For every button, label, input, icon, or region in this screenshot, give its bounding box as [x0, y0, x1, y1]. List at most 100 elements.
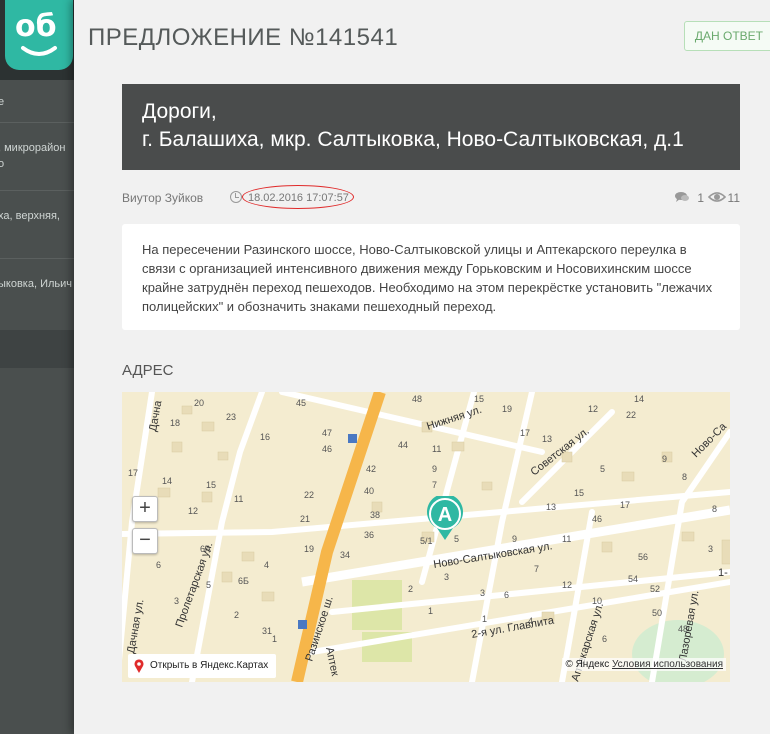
svg-text:17: 17	[520, 428, 530, 438]
svg-text:3: 3	[480, 588, 485, 598]
svg-text:7: 7	[534, 564, 539, 574]
address-map[interactable]: 20231816 17141511 12136А6 6Б534 213119 2…	[122, 392, 730, 682]
svg-text:9: 9	[662, 454, 667, 464]
svg-text:9: 9	[432, 464, 437, 474]
open-in-yandex-maps-link[interactable]: Открыть в Яндекс.Картах	[128, 654, 277, 678]
svg-text:14: 14	[634, 394, 644, 404]
svg-text:17: 17	[128, 468, 138, 478]
svg-text:31: 31	[262, 626, 272, 636]
svg-text:22: 22	[626, 410, 636, 420]
svg-text:21: 21	[300, 514, 310, 524]
meta-row: Виутор Зуйков 18.02.2016 17:07:57 1 11	[122, 185, 740, 209]
svg-text:15: 15	[574, 488, 584, 498]
eye-icon	[708, 192, 726, 202]
bg-item-1: , микрорайон	[0, 142, 66, 154]
svg-text:9: 9	[512, 534, 517, 544]
street-nizhnyaya: Нижняя ул.	[425, 404, 483, 433]
svg-text:36: 36	[364, 530, 374, 540]
comments-icon	[675, 192, 689, 202]
svg-text:11: 11	[562, 534, 571, 544]
svg-text:19: 19	[304, 544, 314, 554]
svg-text:54: 54	[628, 574, 638, 584]
bg-item-0: е	[0, 96, 5, 108]
map-pin-icon	[134, 659, 144, 673]
zoom-in-button[interactable]: +	[132, 496, 158, 522]
bg-item-2: о	[0, 158, 5, 170]
views-count: 11	[727, 191, 740, 205]
svg-text:50: 50	[652, 608, 662, 618]
svg-text:12: 12	[188, 506, 198, 516]
map-copyright: © Яндекс Условия использования	[562, 658, 726, 671]
author-name[interactable]: Виутор Зуйков	[122, 191, 203, 205]
address-label: г. Балашиха, мкр. Салтыковка, Ново-Салты…	[142, 128, 684, 151]
copyright-label: © Яндекс	[565, 659, 610, 670]
date-highlight-annotation	[242, 185, 354, 209]
location-marker-icon[interactable]: A	[425, 496, 465, 542]
svg-text:3: 3	[708, 544, 713, 554]
svg-text:11: 11	[432, 444, 441, 454]
proposal-modal: ПРЕДЛОЖЕНИЕ №141541 ДАН ОТВЕТ Дороги, г.…	[74, 0, 770, 734]
street-aptek: Аптек	[323, 646, 341, 677]
svg-text:44: 44	[398, 440, 408, 450]
svg-text:6: 6	[602, 634, 607, 644]
terms-link[interactable]: Условия использования	[612, 659, 723, 670]
svg-text:1: 1	[482, 614, 487, 624]
svg-text:3: 3	[174, 596, 179, 606]
svg-text:8: 8	[712, 504, 717, 514]
street-one-dash: 1-	[718, 567, 728, 579]
svg-text:5: 5	[600, 464, 605, 474]
svg-text:45: 45	[296, 398, 306, 408]
svg-text:7: 7	[432, 480, 437, 490]
bus-stop-icon	[298, 620, 307, 629]
svg-text:13: 13	[546, 502, 556, 512]
svg-text:16: 16	[260, 432, 270, 442]
svg-text:1: 1	[428, 606, 433, 616]
bg-divider	[0, 122, 74, 123]
proposal-description: На пересечении Разинского шоссе, Ново-Са…	[122, 224, 740, 330]
svg-text:5: 5	[206, 580, 211, 590]
status-button[interactable]: ДАН ОТВЕТ	[683, 21, 770, 51]
svg-text:2: 2	[408, 584, 413, 594]
svg-text:40: 40	[364, 486, 374, 496]
svg-text:12: 12	[562, 580, 572, 590]
svg-text:48: 48	[412, 394, 422, 404]
zoom-out-button[interactable]: −	[132, 528, 158, 554]
open-in-yandex-maps-label: Открыть в Яндекс.Картах	[150, 660, 269, 671]
svg-text:52: 52	[650, 584, 660, 594]
bg-band	[0, 330, 74, 368]
svg-text:20: 20	[194, 398, 204, 408]
category-label: Дороги,	[142, 100, 217, 123]
bg-item-3: ха, верхняя,	[0, 210, 60, 222]
svg-text:15: 15	[206, 480, 216, 490]
bus-stop-icon	[348, 434, 357, 443]
site-logo[interactable]: об	[5, 0, 73, 70]
svg-text:6: 6	[504, 590, 509, 600]
svg-text:17: 17	[620, 500, 630, 510]
svg-text:6: 6	[156, 560, 161, 570]
comments-count: 1	[697, 191, 704, 205]
address-heading: АДРЕС	[122, 362, 174, 379]
street-dachnaya-bottom: Дачная ул.	[125, 598, 146, 654]
bg-divider	[0, 258, 74, 259]
svg-text:1: 1	[272, 634, 277, 644]
svg-text:23: 23	[226, 412, 236, 422]
category-address-banner: Дороги, г. Балашиха, мкр. Салтыковка, Но…	[122, 84, 740, 170]
svg-text:34: 34	[340, 550, 350, 560]
svg-text:8: 8	[682, 472, 687, 482]
bg-divider	[0, 190, 74, 191]
svg-text:14: 14	[162, 476, 172, 486]
page-title: ПРЕДЛОЖЕНИЕ №141541	[88, 24, 399, 51]
svg-text:12: 12	[588, 404, 598, 414]
svg-text:22: 22	[304, 490, 314, 500]
svg-text:об: об	[15, 9, 57, 44]
background-sidebar: е , микрорайон о ха, верхняя, ыковка, Ил…	[0, 80, 74, 734]
clock-icon	[230, 191, 242, 203]
svg-text:46: 46	[322, 444, 332, 454]
svg-text:38: 38	[370, 510, 380, 520]
svg-text:47: 47	[322, 428, 332, 438]
svg-text:13: 13	[542, 434, 552, 444]
svg-text:6Б: 6Б	[238, 576, 249, 586]
bg-item-4: ыковка, Ильич	[0, 278, 72, 290]
svg-text:46: 46	[592, 514, 602, 524]
svg-text:56: 56	[638, 552, 648, 562]
